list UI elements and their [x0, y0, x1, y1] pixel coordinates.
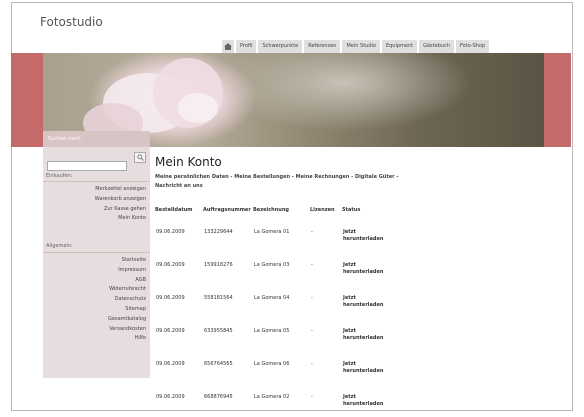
link-versandkosten[interactable]: Versandkosten: [108, 325, 146, 335]
order-number: 133229644: [204, 229, 233, 235]
order-licenses: -: [311, 361, 313, 367]
link-sitemap[interactable]: Sitemap: [108, 305, 146, 315]
nav-equipment[interactable]: Equipment: [381, 40, 418, 53]
nav-gaestebuch[interactable]: Gästebuch: [419, 40, 454, 53]
column-header: Bezeichnung: [253, 207, 289, 213]
link-datenschutz[interactable]: Datenschutz: [108, 295, 146, 305]
order-number: 668876945: [204, 394, 233, 400]
order-number: 633955845: [204, 328, 233, 334]
link-merkzettel[interactable]: Merkzettel anzeigen: [95, 185, 146, 195]
nav-schwerpunkte[interactable]: Schwerpunkte: [258, 40, 303, 53]
nav-referenzen[interactable]: Referenzen: [304, 40, 341, 53]
table-row: 09.06.2009 133229644 La Gomera 01 - Jetz…: [155, 219, 392, 252]
search-row: [47, 152, 146, 171]
order-description: La Gomera 03: [254, 262, 290, 268]
table-row: 09.06.2009 633955845 La Gomera 05 - Jetz…: [155, 318, 392, 351]
top-navigation: Profil Schwerpunkte Referenzen Mein Stud…: [222, 40, 490, 53]
site-logo[interactable]: Fotostudio: [40, 15, 103, 29]
download-link[interactable]: Jetzt herunterladen: [343, 229, 383, 243]
order-number: 159918276: [204, 262, 233, 268]
subnav-nachricht[interactable]: Nachricht an uns: [155, 183, 203, 189]
header-band-right: [544, 53, 571, 147]
link-impressum[interactable]: Impressum: [108, 266, 146, 276]
table-row: 09.06.2009 558181564 La Gomera 04 - Jetz…: [155, 285, 392, 318]
order-description: La Gomera 04: [254, 295, 290, 301]
table-row: 09.06.2009 656764565 La Gomera 06 - Jetz…: [155, 351, 392, 384]
link-startseite[interactable]: Startseite: [108, 256, 146, 266]
order-description: La Gomera 06: [254, 361, 290, 367]
order-status: Jetzt herunterladen: [342, 285, 392, 318]
shop-section-label: Einkaufen:: [46, 173, 73, 179]
download-link[interactable]: Jetzt herunterladen: [343, 328, 383, 342]
subnav-rechnungen[interactable]: Meine Rechnungen: [296, 174, 350, 180]
subnav-bestellungen[interactable]: Meine Bestellungen: [234, 174, 290, 180]
table-header-row: Bestelldatum Auftragsnummer Bezeichnung …: [155, 206, 392, 219]
table-row: 09.06.2009 668876945 La Gomera 02 - Jetz…: [155, 384, 392, 417]
page-title: Mein Konto: [155, 155, 222, 169]
order-description: La Gomera 05: [254, 328, 290, 334]
order-date: 09.06.2009: [156, 262, 185, 268]
order-status: Jetzt herunterladen: [342, 219, 392, 252]
order-number: 558181564: [204, 295, 233, 301]
search-button[interactable]: [134, 152, 146, 163]
order-status: Jetzt herunterladen: [342, 384, 392, 417]
column-header: Status: [342, 207, 361, 213]
order-status: Jetzt herunterladen: [342, 351, 392, 384]
link-kasse[interactable]: Zur Kasse gehen: [95, 205, 146, 215]
link-warenkorb[interactable]: Warenkorb anzeigen: [95, 195, 146, 205]
column-header: Lizenzen: [310, 207, 335, 213]
search-input[interactable]: [47, 161, 127, 171]
link-agb[interactable]: AGB: [108, 276, 146, 286]
link-mein-konto[interactable]: Mein Konto: [95, 214, 146, 224]
order-status: Jetzt herunterladen: [342, 318, 392, 351]
table-row: 09.06.2009 159918276 La Gomera 03 - Jetz…: [155, 252, 392, 285]
general-links: Startseite Impressum AGB Widerrufsrecht …: [108, 256, 146, 344]
shop-links: Merkzettel anzeigen Warenkorb anzeigen Z…: [95, 185, 146, 224]
order-date: 09.06.2009: [156, 361, 185, 367]
general-section-label: Allgemein:: [46, 243, 73, 249]
link-widerrufsrecht[interactable]: Widerrufsrecht: [108, 285, 146, 295]
download-link[interactable]: Jetzt herunterladen: [343, 295, 383, 309]
home-icon[interactable]: [222, 40, 234, 53]
order-number: 656764565: [204, 361, 233, 367]
nav-foto-shop[interactable]: Foto-Shop: [455, 40, 490, 53]
order-licenses: -: [311, 295, 313, 301]
order-date: 09.06.2009: [156, 394, 185, 400]
order-licenses: -: [311, 262, 313, 268]
order-description: La Gomera 02: [254, 394, 290, 400]
order-licenses: -: [311, 328, 313, 334]
download-link[interactable]: Jetzt herunterladen: [343, 394, 383, 408]
nav-profil[interactable]: Profil: [236, 40, 257, 53]
subnav-persoenliche-daten[interactable]: Meine persönlichen Daten: [155, 174, 229, 180]
account-subnav: Meine persönlichen Daten - Meine Bestell…: [155, 174, 399, 189]
link-hilfe[interactable]: Hilfe: [108, 334, 146, 344]
divider: [43, 181, 150, 182]
download-link[interactable]: Jetzt herunterladen: [343, 262, 383, 276]
order-licenses: -: [311, 394, 313, 400]
order-date: 09.06.2009: [156, 295, 185, 301]
column-header: Auftragsnummer: [203, 207, 251, 213]
download-link[interactable]: Jetzt herunterladen: [343, 361, 383, 375]
subnav-digitale-gueter[interactable]: Digitale Güter: [355, 174, 395, 180]
order-description: La Gomera 01: [254, 229, 290, 235]
header-band-left: [11, 53, 43, 147]
sidebar: Suchen nach: Einkaufen: Merkzettel anzei…: [43, 131, 150, 378]
order-licenses: -: [311, 229, 313, 235]
order-date: 09.06.2009: [156, 328, 185, 334]
column-header: Bestelldatum: [155, 207, 193, 213]
nav-mein-studio[interactable]: Mein Studio: [342, 40, 380, 53]
divider: [43, 252, 150, 253]
orders-table: Bestelldatum Auftragsnummer Bezeichnung …: [155, 206, 392, 417]
order-status: Jetzt herunterladen: [342, 252, 392, 285]
search-icon: [136, 154, 144, 161]
search-label: Suchen nach:: [43, 131, 150, 147]
order-date: 09.06.2009: [156, 229, 185, 235]
link-gesamtkatalog[interactable]: Gesamtkatalog: [108, 315, 146, 325]
